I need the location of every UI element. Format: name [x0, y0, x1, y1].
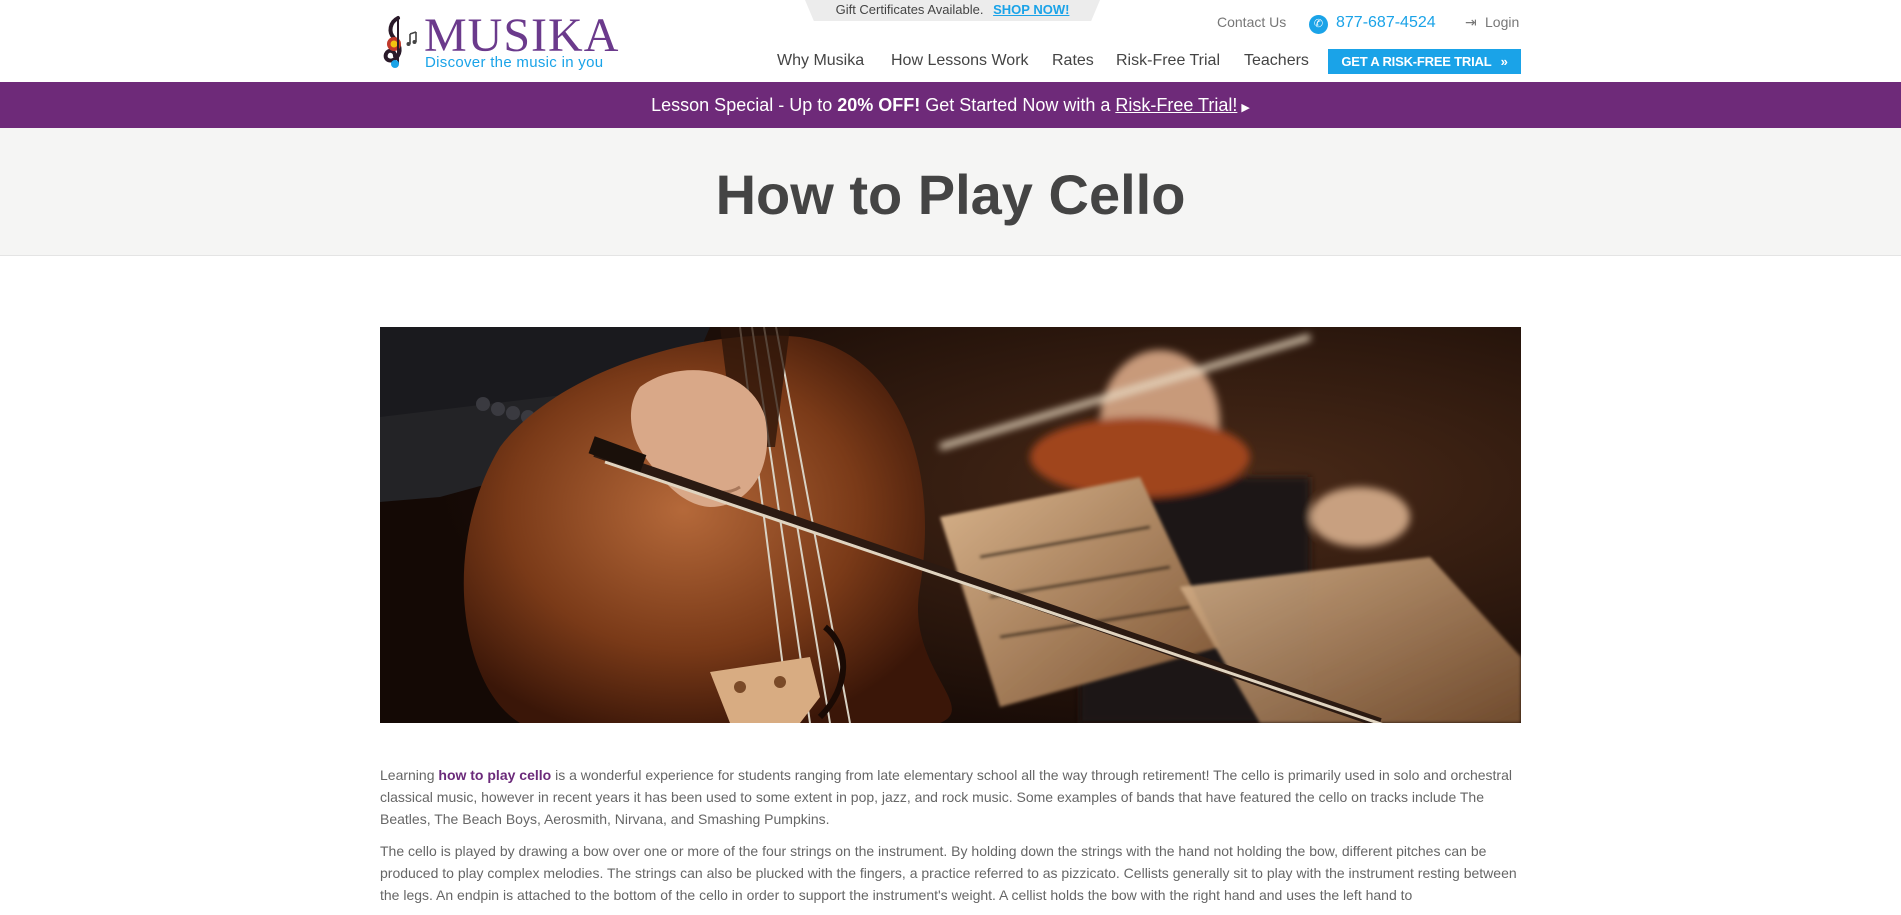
- nav-item-how-lessons-work[interactable]: How Lessons Work: [891, 52, 1029, 70]
- nav-item-why-musika[interactable]: Why Musika: [777, 52, 864, 70]
- risk-free-trial-button[interactable]: GET A RISK-FREE TRIAL »: [1328, 49, 1521, 74]
- promo-middle: Get Started Now with a: [920, 95, 1116, 115]
- promo-prefix: Lesson Special - Up to: [651, 95, 838, 115]
- risk-free-trial-promo-link[interactable]: Risk-Free Trial!: [1115, 95, 1237, 115]
- caret-right-icon: ▶: [1241, 102, 1250, 114]
- phone-number-link[interactable]: 877-687-4524: [1336, 14, 1436, 32]
- gift-certificate-banner: Gift Certificates Available. SHOP NOW!: [805, 0, 1100, 21]
- gift-banner-text: Gift Certificates Available.: [835, 2, 984, 17]
- article-paragraph-1: Learning how to play cello is a wonderfu…: [380, 764, 1521, 830]
- how-to-play-cello-link[interactable]: how to play cello: [438, 767, 551, 783]
- promo-discount: 20% OFF!: [837, 95, 921, 115]
- nav-item-rates[interactable]: Rates: [1052, 52, 1094, 70]
- login-link[interactable]: Login: [1485, 14, 1519, 30]
- p1-before: Learning: [380, 767, 439, 783]
- double-chevron-right-icon: »: [1500, 54, 1508, 69]
- login-icon: ⇥: [1465, 14, 1477, 30]
- phone-icon: ✆: [1309, 15, 1328, 34]
- brand-tagline: Discover the music in you: [425, 54, 604, 71]
- cta-label: GET A RISK-FREE TRIAL: [1341, 54, 1492, 69]
- article-paragraph-2: The cello is played by drawing a bow ove…: [380, 843, 1517, 903]
- musika-logo[interactable]: MUSIKA Discover the music in you: [380, 12, 618, 72]
- brand-name: MUSIKA: [424, 9, 620, 62]
- page-title: How to Play Cello: [715, 163, 1186, 226]
- title-band: How to Play Cello: [0, 128, 1901, 256]
- cello-players-illustration: [380, 327, 1521, 723]
- contact-us-link[interactable]: Contact Us: [1217, 14, 1286, 30]
- nav-item-risk-free-trial[interactable]: Risk-Free Trial: [1116, 52, 1220, 70]
- promo-banner: Lesson Special - Up to 20% OFF! Get Star…: [0, 82, 1901, 128]
- shop-now-link[interactable]: SHOP NOW!: [993, 2, 1069, 17]
- article-body: Learning how to play cello is a wonderfu…: [380, 764, 1521, 915]
- hero-image-cellist: [380, 327, 1521, 723]
- treble-clef-logo-icon: [383, 16, 417, 68]
- site-header: Gift Certificates Available. SHOP NOW! M…: [0, 0, 1901, 82]
- nav-item-teachers[interactable]: Teachers: [1244, 52, 1309, 70]
